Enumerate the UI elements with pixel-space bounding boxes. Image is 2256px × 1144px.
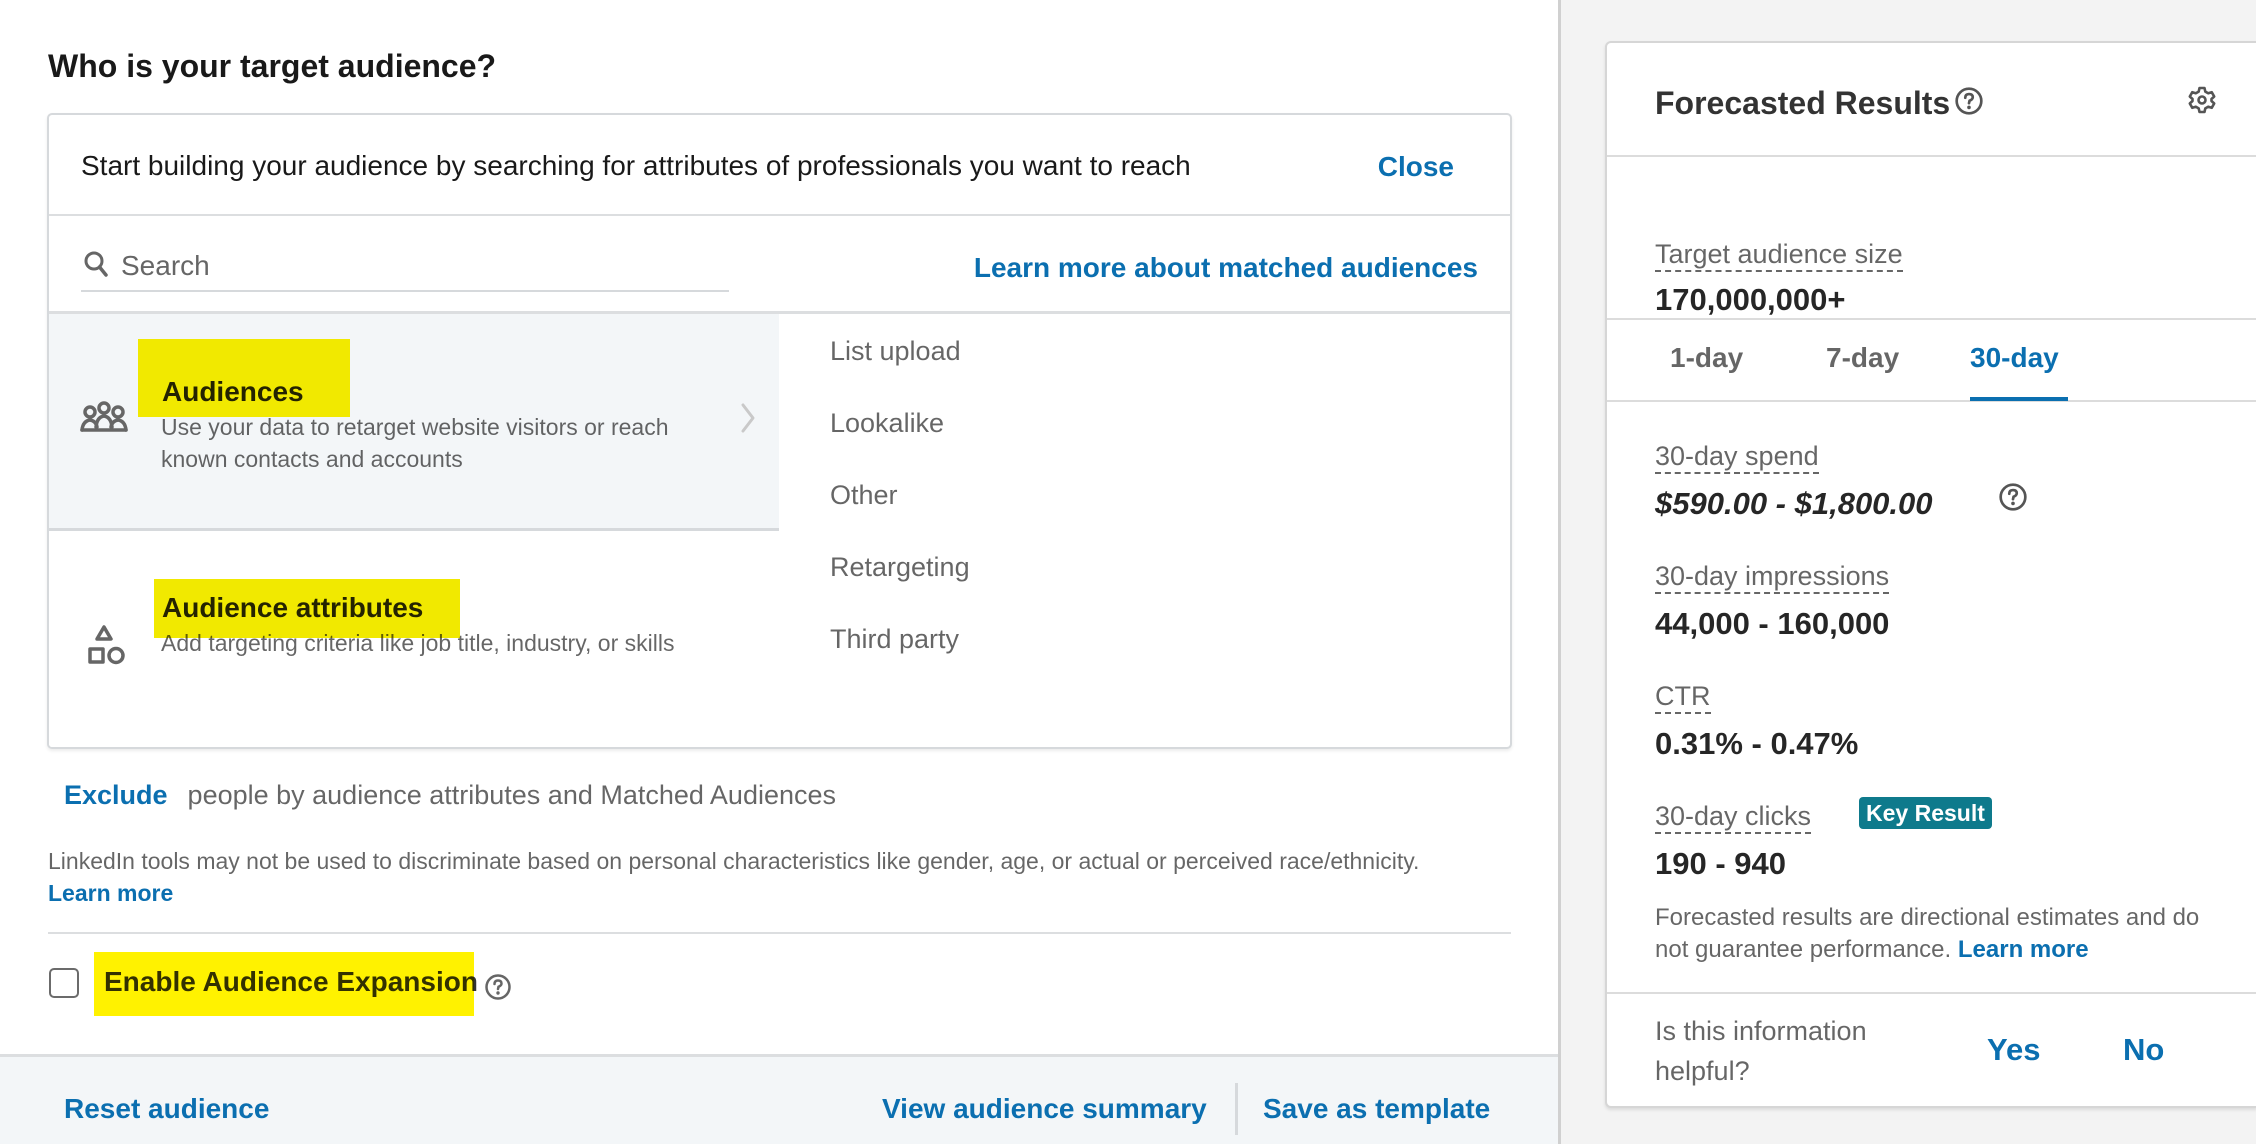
- reset-audience-button[interactable]: Reset audience: [64, 1093, 269, 1125]
- footer-separator: [1235, 1083, 1238, 1135]
- clicks-label[interactable]: 30-day clicks: [1655, 800, 1812, 834]
- forecasted-results-card: Forecasted Results Target audience size …: [1605, 41, 2256, 1108]
- exclude-row: Exclude people by audience attributes and…: [64, 780, 836, 811]
- page-title: Who is your target audience?: [48, 48, 497, 84]
- divider: [48, 932, 1511, 934]
- chevron-right-icon: [741, 403, 755, 433]
- tab-7-day[interactable]: 7-day: [1826, 342, 1899, 402]
- feedback-no-button[interactable]: No: [2123, 1032, 2164, 1068]
- search-field[interactable]: [81, 244, 729, 292]
- subcategory-retargeting[interactable]: Retargeting: [830, 552, 970, 583]
- subcategory-list: List upload Lookalike Other Retargeting …: [782, 314, 1510, 747]
- forecast-metrics: 30-day spend $590.00 - $1,800.00 30-day …: [1607, 402, 2256, 994]
- category-title: Audience attributes: [162, 592, 424, 623]
- category-title: Audiences: [162, 376, 304, 407]
- search-icon: [84, 251, 108, 277]
- intro-row: Start building your audience by searchin…: [49, 115, 1510, 216]
- audience-builder-card: Start building your audience by searchin…: [47, 113, 1512, 749]
- impressions-value: 44,000 - 160,000: [1655, 606, 1890, 641]
- ctr-label[interactable]: CTR: [1655, 680, 1711, 714]
- enable-audience-expansion-checkbox[interactable]: [49, 968, 79, 998]
- feedback-question: Is this information helpful?: [1655, 1016, 1867, 1086]
- enable-audience-expansion-label[interactable]: Enable Audience Expansion: [104, 966, 478, 998]
- close-button[interactable]: Close: [1378, 151, 1454, 183]
- search-row: Learn more about matched audiences: [49, 216, 1510, 314]
- disclaimer-text: LinkedIn tools may not be used to discri…: [48, 848, 1420, 874]
- intro-text: Start building your audience by searchin…: [81, 150, 1191, 181]
- key-result-badge: Key Result: [1859, 797, 1992, 829]
- search-input[interactable]: [121, 244, 721, 288]
- spend-value: $590.00 - $1,800.00: [1655, 486, 1933, 521]
- help-icon[interactable]: [484, 973, 512, 1001]
- subcategory-lookalike[interactable]: Lookalike: [830, 408, 944, 439]
- tab-30-day[interactable]: 30-day: [1970, 342, 2059, 402]
- exclude-description: people by audience attributes and Matche…: [187, 780, 837, 810]
- category-description: Use your data to retarget website visito…: [161, 414, 669, 472]
- audience-size-section: Target audience size 170,000,000+: [1607, 157, 2256, 320]
- gear-icon[interactable]: [2187, 85, 2217, 115]
- tab-1-day[interactable]: 1-day: [1670, 342, 1743, 402]
- view-audience-summary-button[interactable]: View audience summary: [882, 1093, 1207, 1125]
- feedback-section: Is this information helpful? Yes No: [1607, 994, 2256, 1106]
- disclaimer-learn-more-link[interactable]: Learn more: [48, 880, 173, 906]
- category-audiences[interactable]: Audiences Use your data to retarget webs…: [49, 314, 779, 531]
- subcategory-other[interactable]: Other: [830, 480, 898, 511]
- forecast-disclaimer-text: Forecasted results are directional estim…: [1655, 904, 2200, 963]
- footer-bar: Reset audience View audience summary Sav…: [0, 1054, 1558, 1144]
- exclude-link[interactable]: Exclude: [64, 780, 168, 810]
- ctr-value: 0.31% - 0.47%: [1655, 726, 1859, 761]
- category-description: Add targeting criteria like job title, i…: [161, 630, 675, 656]
- active-tab-indicator: [1970, 397, 2068, 401]
- audience-size-value: 170,000,000+: [1655, 282, 1846, 317]
- discrimination-disclaimer: LinkedIn tools may not be used to discri…: [48, 845, 1468, 909]
- impressions-label[interactable]: 30-day impressions: [1655, 560, 1890, 594]
- forecast-header: Forecasted Results: [1607, 43, 2256, 157]
- subcategory-list-upload[interactable]: List upload: [830, 336, 961, 367]
- audience-size-label[interactable]: Target audience size: [1655, 238, 1903, 272]
- learn-more-matched-audiences-link[interactable]: Learn more about matched audiences: [974, 252, 1478, 284]
- category-list: Audiences Use your data to retarget webs…: [49, 314, 779, 747]
- category-audience-attributes[interactable]: Audience attributes Add targeting criter…: [49, 531, 779, 747]
- clicks-value: 190 - 940: [1655, 846, 1786, 881]
- audience-builder-pane: Who is your target audience? Start build…: [0, 0, 1558, 1144]
- spend-label[interactable]: 30-day spend: [1655, 440, 1819, 474]
- subcategory-third-party[interactable]: Third party: [830, 624, 959, 655]
- feedback-yes-button[interactable]: Yes: [1987, 1032, 2040, 1068]
- forecast-title: Forecasted Results: [1655, 85, 1951, 121]
- shapes-icon: [88, 625, 125, 665]
- help-icon[interactable]: [1954, 86, 1984, 116]
- help-icon[interactable]: [1998, 482, 2028, 512]
- forecast-disclaimer: Forecasted results are directional estim…: [1655, 902, 2225, 966]
- category-browser: Audiences Use your data to retarget webs…: [49, 314, 1510, 747]
- save-as-template-button[interactable]: Save as template: [1263, 1093, 1490, 1125]
- forecast-period-tabs: 1-day 7-day 30-day: [1607, 320, 2256, 402]
- forecast-learn-more-link[interactable]: Learn more: [1958, 936, 2089, 963]
- people-group-icon: [80, 401, 128, 432]
